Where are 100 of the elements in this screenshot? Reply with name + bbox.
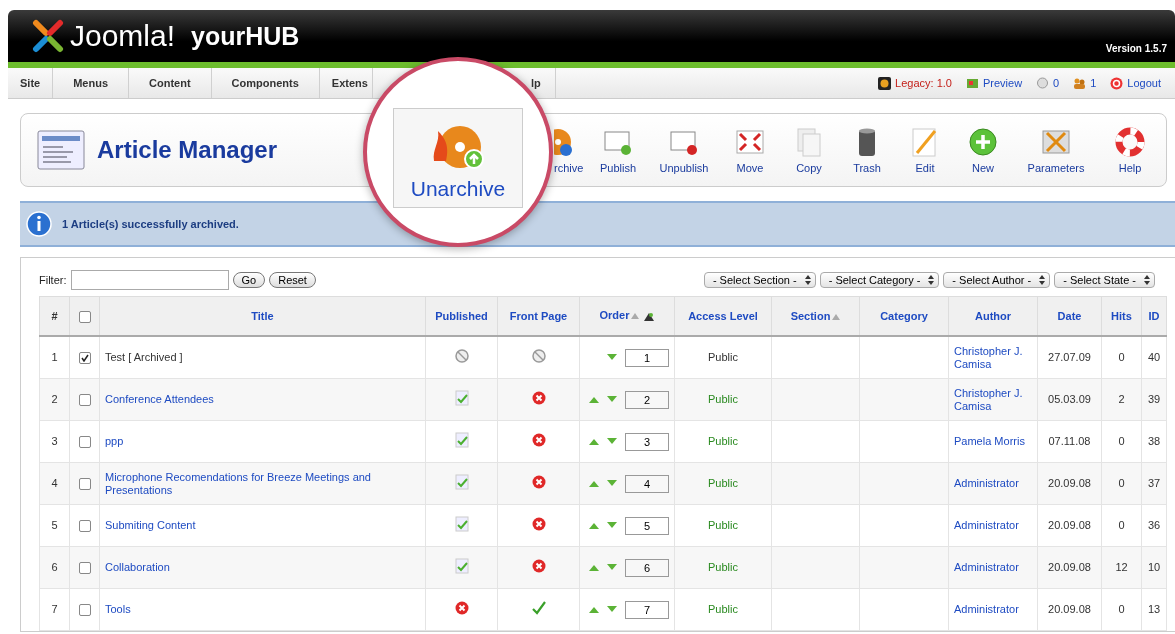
status-link[interactable]: Legacy: 1.0 (878, 76, 952, 90)
document-check-icon[interactable] (453, 558, 470, 574)
down-arrow-icon[interactable] (607, 522, 617, 529)
row-checkbox[interactable] (78, 520, 91, 533)
toolbar-button[interactable]: Help (1100, 126, 1160, 174)
toolbar-button[interactable]: Publish (588, 126, 648, 174)
document-check-icon[interactable] (453, 516, 470, 532)
article-title[interactable]: Microphone Recomendations for Breeze Meetings and Presentations (99, 462, 426, 505)
article-title[interactable]: ppp (99, 420, 426, 463)
menu-item[interactable]: Menus (73, 77, 109, 89)
cross-icon[interactable] (530, 516, 547, 532)
toolbar-button[interactable]: Move (720, 126, 780, 174)
article-title[interactable]: Conference Attendees (99, 378, 426, 421)
author-link[interactable]: Christopher J. Camisa (948, 336, 1038, 379)
access-level[interactable]: Public (674, 462, 772, 505)
column-header[interactable]: Hits (1101, 296, 1142, 336)
up-arrow-icon[interactable] (589, 522, 599, 529)
down-arrow-icon[interactable] (607, 396, 617, 403)
select-dropdown[interactable]: - Select State - (1054, 272, 1155, 288)
column-header[interactable]: Date (1037, 296, 1102, 336)
row-checkbox[interactable] (78, 436, 91, 449)
document-check-icon[interactable] (453, 390, 470, 406)
cross-icon[interactable] (530, 474, 547, 490)
column-header[interactable]: Title (99, 296, 426, 336)
status-link[interactable]: Logout (1110, 76, 1161, 90)
document-check-icon[interactable] (453, 432, 470, 448)
toolbar-button[interactable]: New (954, 126, 1012, 174)
access-level[interactable]: Public (674, 504, 772, 547)
order-field[interactable]: 6 (625, 558, 669, 577)
author-link[interactable]: Administrator (948, 462, 1038, 505)
article-title[interactable]: Tools (99, 588, 426, 631)
down-arrow-icon[interactable] (607, 480, 617, 487)
row-checkbox[interactable] (78, 562, 91, 575)
row-checkbox[interactable] (78, 478, 91, 491)
menu-item[interactable]: Site (20, 77, 41, 89)
up-arrow-icon[interactable] (589, 396, 599, 403)
up-arrow-icon[interactable] (589, 438, 599, 445)
column-header[interactable]: Section (771, 296, 860, 336)
message-text: 1 Article(s) successfully archived. (62, 218, 239, 230)
menu-item[interactable]: Extens (331, 77, 368, 89)
column-header[interactable]: Front Page (497, 296, 580, 336)
select-dropdown[interactable]: - Select Category - (819, 272, 940, 288)
down-arrow-icon[interactable] (607, 564, 617, 571)
down-arrow-icon[interactable] (607, 354, 617, 361)
cross-icon[interactable] (530, 558, 547, 574)
access-level[interactable]: Public (674, 420, 772, 463)
up-arrow-icon[interactable] (589, 564, 599, 571)
toolbar-button[interactable]: Parameters (1012, 126, 1100, 174)
status-link[interactable]: Preview (965, 76, 1023, 90)
column-header[interactable]: Author (948, 296, 1038, 336)
order-field[interactable]: 5 (625, 516, 669, 535)
row-checkbox[interactable] (78, 394, 91, 407)
column-header[interactable]: Published (425, 296, 498, 336)
select-dropdown[interactable]: - Select Section - (703, 272, 816, 288)
cross-icon[interactable] (530, 432, 547, 448)
order-field[interactable]: 7 (625, 600, 669, 619)
cross-icon[interactable] (453, 600, 470, 616)
access-level[interactable]: Public (674, 546, 772, 589)
menu-item[interactable]: lp (530, 77, 541, 89)
article-title[interactable]: Submiting Content (99, 504, 426, 547)
menu-item[interactable]: Components (231, 77, 299, 89)
author-link[interactable]: Administrator (948, 588, 1038, 631)
author-link[interactable]: Administrator (948, 546, 1038, 589)
reset-button[interactable]: Reset (269, 272, 316, 288)
order-field[interactable]: 1 (625, 348, 669, 367)
toolbar-button[interactable]: Trash (838, 126, 896, 174)
toolbar-button[interactable]: Edit (896, 126, 954, 174)
column-header[interactable]: Order (579, 296, 675, 336)
author-link[interactable]: Christopher J. Camisa (948, 378, 1038, 421)
up-arrow-icon[interactable] (589, 606, 599, 613)
author-link[interactable]: Administrator (948, 504, 1038, 547)
toolbar-button[interactable]: Unpublish (648, 126, 720, 174)
cross-icon[interactable] (530, 390, 547, 406)
toolbar-button[interactable]: Copy (780, 126, 838, 174)
order-field[interactable]: 3 (625, 432, 669, 451)
author-link[interactable]: Pamela Morris (948, 420, 1038, 463)
select-all-checkbox[interactable] (78, 310, 91, 323)
check-icon[interactable] (530, 600, 547, 616)
order-field[interactable]: 2 (625, 390, 669, 409)
unarchive-button[interactable]: Unarchive (393, 108, 523, 208)
column-header[interactable]: Access Level (674, 296, 772, 336)
column-header[interactable]: ID (1141, 296, 1167, 336)
row-checkbox[interactable] (78, 604, 91, 617)
filter-field[interactable] (70, 270, 229, 290)
article-title[interactable]: Collaboration (99, 546, 426, 589)
go-button[interactable]: Go (232, 272, 266, 288)
order-field[interactable]: 4 (625, 474, 669, 493)
down-arrow-icon[interactable] (607, 438, 617, 445)
column-header[interactable]: Category (859, 296, 949, 336)
access-level[interactable]: Public (674, 588, 772, 631)
document-check-icon[interactable] (453, 474, 470, 490)
status-link[interactable]: 0 (1036, 76, 1060, 90)
access-level[interactable]: Public (674, 378, 772, 421)
menu-item[interactable]: Content (149, 77, 191, 89)
select-dropdown[interactable]: - Select Author - (943, 272, 1051, 288)
status-link[interactable]: 1 (1073, 76, 1097, 90)
down-arrow-icon[interactable] (607, 606, 617, 613)
up-arrow-icon[interactable] (589, 480, 599, 487)
row-checkbox[interactable] (78, 352, 91, 365)
hits-cell: 0 (1101, 588, 1142, 631)
